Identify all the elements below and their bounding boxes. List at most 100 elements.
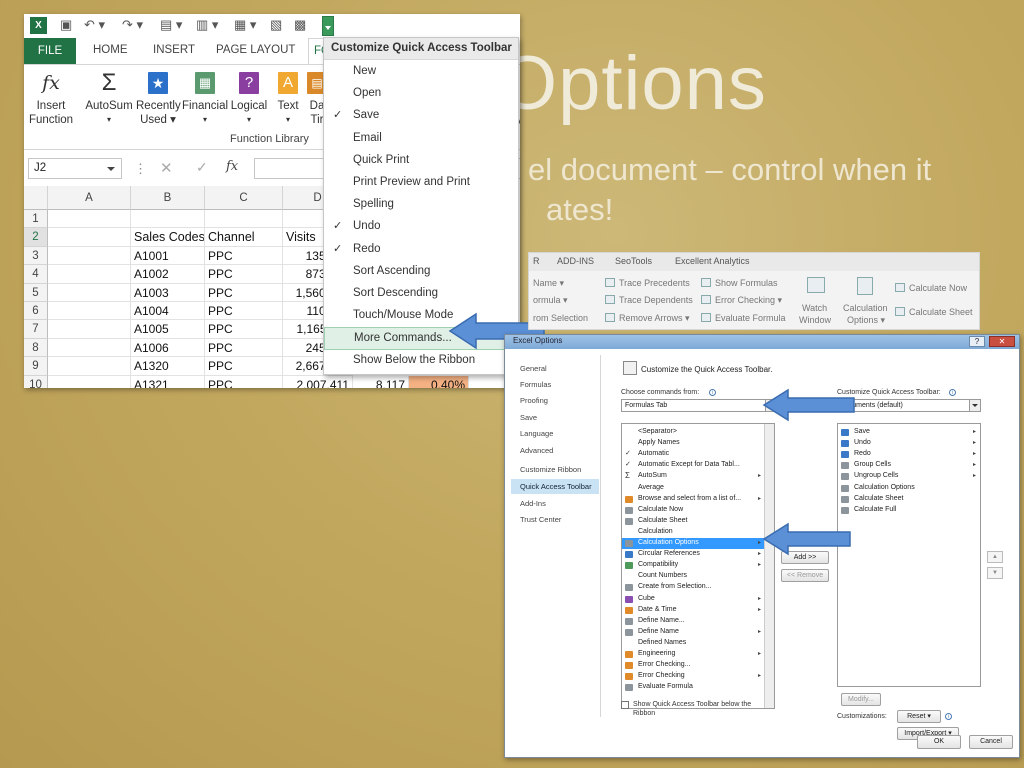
select-all-corner[interactable] (24, 186, 48, 210)
choose-commands-select[interactable]: Formulas Tab (621, 399, 777, 412)
calc-options-icon[interactable]: ▩ (294, 17, 306, 33)
list-item[interactable]: Count Numbers (622, 571, 765, 582)
partial-tab[interactable]: ADD-INS (557, 256, 594, 266)
financial-button[interactable]: ▦ Financial ▾ (182, 69, 228, 127)
trace-precedents-button[interactable]: Trace Precedents (619, 278, 690, 288)
modify-button[interactable]: Modify... (841, 693, 881, 706)
list-item[interactable]: Calculate Now (622, 505, 765, 516)
remove-arrows-button[interactable]: Remove Arrows ▾ (619, 313, 690, 324)
save-icon[interactable]: ▣ (60, 17, 72, 33)
watch-window-label[interactable]: Watch (802, 303, 827, 313)
row-header[interactable]: 8 (24, 338, 48, 358)
list-item[interactable]: Calculation Options ▸ (622, 538, 765, 550)
cell[interactable] (48, 357, 131, 376)
list-item[interactable]: Engineering ▸ (622, 649, 765, 660)
cell[interactable]: PPC (205, 375, 283, 388)
cell[interactable]: PPC (205, 283, 283, 302)
row-header[interactable]: 5 (24, 283, 48, 302)
cell[interactable] (205, 210, 283, 229)
cell[interactable] (48, 265, 131, 284)
nav-item[interactable]: Formulas (511, 377, 599, 392)
sheet-icon[interactable]: ▧ (270, 17, 282, 33)
nav-item[interactable]: Trust Center (511, 512, 599, 527)
cell[interactable] (131, 210, 205, 229)
commands-list[interactable]: <Separator> Apply Names ✓ Automatic ✓ Automat… (621, 423, 775, 709)
cell[interactable]: A1001 (131, 246, 205, 266)
menu-item[interactable]: New (324, 61, 518, 83)
list-item[interactable]: Group Cells ▸ (838, 460, 980, 471)
table-alt-icon[interactable]: ▥ ▾ (196, 17, 218, 33)
nav-item[interactable]: Add-Ins (511, 496, 599, 511)
name-box[interactable]: J2 (28, 158, 122, 179)
cell[interactable] (48, 338, 131, 358)
nav-item[interactable]: Save (511, 410, 599, 425)
list-item[interactable]: Error Checking... (622, 660, 765, 671)
menu-item[interactable]: Open (324, 83, 518, 105)
cell[interactable]: PPC (205, 338, 283, 358)
row-header[interactable]: 1 (24, 210, 48, 229)
row-header[interactable]: 4 (24, 265, 48, 284)
column-header-b[interactable]: B (131, 186, 205, 210)
list-item[interactable]: Σ AutoSum ▸ (622, 471, 765, 482)
evaluate-formula-button[interactable]: Evaluate Formula (715, 313, 786, 323)
logical-button[interactable]: ? Logical ▾ (230, 69, 268, 127)
error-checking-button[interactable]: Error Checking ▾ (715, 295, 782, 306)
menu-item[interactable]: ✓ Redo (324, 239, 518, 261)
table-icon[interactable]: ▤ ▾ (160, 17, 182, 33)
list-item[interactable]: Circular References ▸ (622, 549, 765, 560)
move-up-button[interactable]: ▲ (987, 551, 1003, 563)
remove-button[interactable]: << Remove (781, 569, 829, 582)
tab-home[interactable]: HOME (93, 44, 128, 56)
menu-item[interactable]: Quick Print (324, 150, 518, 172)
move-down-button[interactable]: ▼ (987, 567, 1003, 579)
list-item[interactable]: Apply Names (622, 438, 765, 449)
row-header[interactable]: 9 (24, 357, 48, 376)
list-item[interactable]: Define Name... (622, 616, 765, 627)
list-item[interactable]: Calculate Full (838, 505, 980, 516)
commands-scrollbar[interactable] (764, 424, 774, 708)
cell[interactable]: A1006 (131, 338, 205, 358)
cell[interactable]: PPC (205, 246, 283, 266)
insert-function-icon[interactable]: fx (226, 159, 238, 174)
cell[interactable]: 0.40% (409, 375, 469, 388)
tab-insert[interactable]: INSERT (153, 44, 195, 56)
partial-tab[interactable]: SeoTools (615, 256, 652, 266)
cell[interactable]: A1005 (131, 320, 205, 339)
row-header[interactable]: 3 (24, 246, 48, 266)
nav-item[interactable]: General (511, 361, 599, 376)
menu-item[interactable]: Email (324, 128, 518, 150)
cell[interactable] (48, 210, 131, 229)
cell[interactable]: PPC (205, 320, 283, 339)
cell[interactable]: PPC (205, 302, 283, 321)
tab-page-layout[interactable]: PAGE LAYOUT (216, 44, 295, 56)
calculation-options-label-2[interactable]: Options ▾ (847, 315, 885, 326)
cell[interactable]: PPC (205, 265, 283, 284)
calculation-options-label[interactable]: Calculation (843, 303, 888, 313)
enter-icon[interactable]: ✓ (196, 159, 208, 176)
menu-item[interactable]: Show Below the Ribbon (324, 350, 518, 372)
use-in-formula-label[interactable]: ormula ▾ (533, 295, 568, 306)
cell[interactable]: A1002 (131, 265, 205, 284)
insert-function-button[interactable]: fx Insert Function (28, 69, 74, 127)
tab-file[interactable]: FILE (24, 38, 76, 64)
calculate-sheet-button[interactable]: Calculate Sheet (909, 307, 973, 317)
list-item[interactable]: Calculate Sheet (838, 494, 980, 505)
nav-item[interactable]: Quick Access Toolbar (511, 479, 599, 494)
cancel-button[interactable]: Cancel (969, 735, 1013, 749)
list-item[interactable]: Compatibility ▸ (622, 560, 765, 571)
cell[interactable]: Sales Codes (131, 228, 205, 247)
list-item[interactable]: Save ▸ (838, 427, 980, 438)
undo-icon[interactable]: ↶ ▾ (84, 17, 105, 33)
trace-dependents-button[interactable]: Trace Dependents (619, 295, 693, 305)
list-item[interactable]: Error Checking ▸ (622, 671, 765, 682)
list-item[interactable]: Average (622, 483, 765, 494)
list-item[interactable]: Redo ▸ (838, 449, 980, 460)
calculator-icon[interactable]: ▦ ▾ (234, 17, 256, 33)
row-header[interactable]: 10 (24, 375, 48, 388)
create-from-selection-label[interactable]: rom Selection (533, 313, 588, 323)
list-item[interactable]: Calculation (622, 527, 765, 538)
cell[interactable]: A1321 (131, 375, 205, 388)
nav-item[interactable]: Customize Ribbon (511, 462, 599, 477)
partial-tab[interactable]: R (533, 256, 540, 266)
row-header[interactable]: 6 (24, 302, 48, 321)
